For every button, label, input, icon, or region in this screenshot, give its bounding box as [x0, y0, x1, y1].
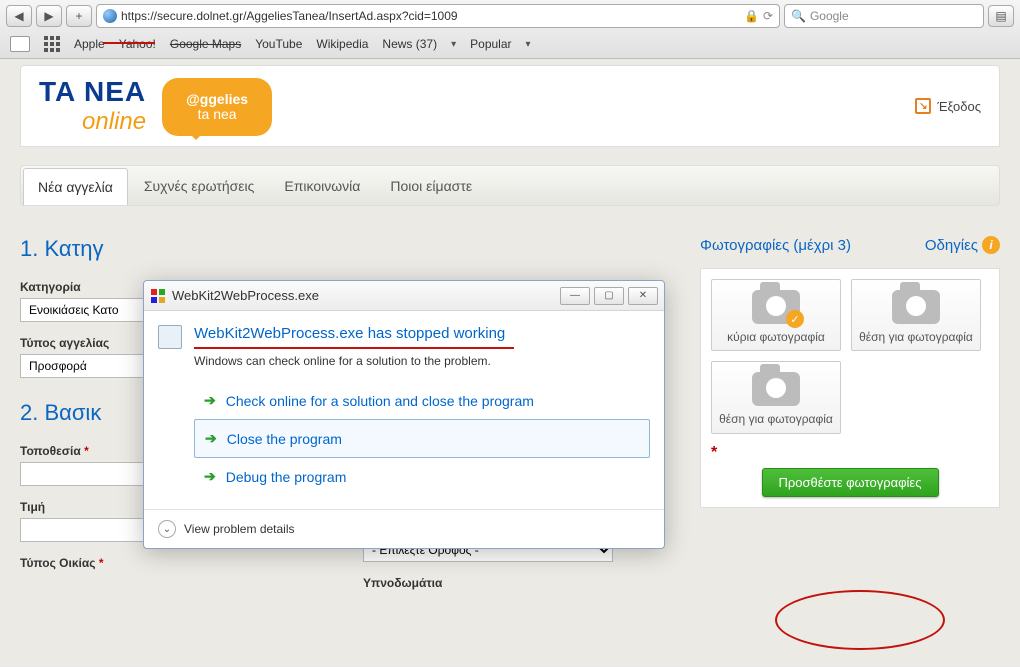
camera-icon [752, 372, 800, 406]
housetype-label: Τύπος Οικίας * [20, 556, 333, 570]
url-text: https://secure.dolnet.gr/AggeliesTanea/I… [121, 9, 458, 23]
browser-toolbar: ◀ ▶ + https://secure.dolnet.gr/AggeliesT… [0, 0, 1020, 32]
camera-icon: ✓ [752, 290, 800, 324]
dialog-footer-label: View problem details [184, 522, 295, 536]
info-icon: i [982, 236, 1000, 254]
bookmarks-bar: Apple Yahoo! Google Maps YouTube Wikiped… [0, 32, 1020, 58]
tab-new-ad[interactable]: Νέα αγγελία [23, 168, 128, 205]
forward-button[interactable]: ▶ [36, 5, 62, 27]
arrow-icon: ➔ [204, 468, 216, 485]
search-icon: 🔍 [791, 9, 806, 23]
dialog-body-icon [158, 325, 182, 349]
photos-heading[interactable]: Φωτογραφίες (μέχρι 3) [700, 237, 851, 254]
tab-contact[interactable]: Επικοινωνία [270, 168, 374, 205]
brand-secondary: online [51, 108, 146, 136]
photo-slot-2[interactable]: θέση για φωτογραφία [851, 279, 981, 351]
site-icon [103, 9, 117, 23]
lock-icon: 🔒 [744, 9, 759, 23]
photos-column: Φωτογραφίες (μέχρι 3) Οδηγίες i ✓ κύρια … [700, 236, 1000, 604]
bm-youtube[interactable]: YouTube [255, 37, 302, 51]
photo-uploader: ✓ κύρια φωτογραφία θέση για φωτογραφία θ… [700, 268, 1000, 508]
bubble-line1: @ggelies [186, 92, 248, 107]
guide-link[interactable]: Οδηγίες i [925, 236, 1000, 254]
error-dialog: WebKit2WebProcess.exe — ▢ ✕ WebKit2WebPr… [143, 280, 665, 549]
logout-label: Έξοδος [937, 99, 981, 114]
browser-chrome: ◀ ▶ + https://secure.dolnet.gr/AggeliesT… [0, 0, 1020, 59]
bm-news[interactable]: News (37) [382, 37, 437, 51]
dialog-headline: WebKit2WebProcess.exe has stopped workin… [194, 325, 505, 342]
dialog-footer[interactable]: ⌄ View problem details [144, 509, 664, 548]
search-bar[interactable]: 🔍 Google [784, 4, 984, 28]
bm-wikipedia[interactable]: Wikipedia [316, 37, 368, 51]
slot-label: θέση για φωτογραφία [716, 412, 836, 426]
dialog-option-check-online[interactable]: ➔Check online for a solution and close t… [194, 382, 650, 419]
photo-slot-3[interactable]: θέση για φωτογραφία [711, 361, 841, 433]
slot-main-label: κύρια φωτογραφία [716, 330, 836, 344]
dialog-app-icon [150, 288, 166, 304]
bm-yahoo[interactable]: Yahoo! [119, 37, 156, 51]
url-extras: 🔒 ⟳ [744, 9, 773, 23]
check-icon: ✓ [786, 310, 804, 328]
tab-about[interactable]: Ποιοι είμαστε [376, 168, 486, 205]
logout-icon: ↘ [915, 98, 931, 114]
reload-icon[interactable]: ⟳ [763, 9, 773, 23]
bm-popular[interactable]: Popular [470, 37, 511, 51]
add-tab-button[interactable]: + [66, 5, 92, 27]
topsites-icon[interactable] [44, 36, 60, 52]
back-button[interactable]: ◀ [6, 5, 32, 27]
dialog-option-close[interactable]: ➔Close the program [194, 419, 650, 458]
minimize-button[interactable]: — [560, 287, 590, 305]
close-button[interactable]: ✕ [628, 287, 658, 305]
arrow-icon: ➔ [205, 430, 217, 447]
add-photos-button[interactable]: Προσθέστε φωτογραφίες [762, 468, 939, 497]
tab-faq[interactable]: Συχνές ερωτήσεις [130, 168, 269, 205]
bubble-line2: ta nea [198, 107, 237, 122]
bm-apple[interactable]: Apple [74, 37, 105, 51]
dialog-option-debug[interactable]: ➔Debug the program [194, 458, 650, 495]
photo-slot-main[interactable]: ✓ κύρια φωτογραφία [711, 279, 841, 351]
brand-bubble: @ggelies ta nea [162, 78, 272, 136]
section-1-title: 1. Κατηγ [20, 236, 676, 262]
maximize-button[interactable]: ▢ [594, 287, 624, 305]
slot-label: θέση για φωτογραφία [856, 330, 976, 344]
logout-link[interactable]: ↘ Έξοδος [915, 98, 981, 114]
main-tabs: Νέα αγγελία Συχνές ερωτήσεις Επικοινωνία… [20, 165, 1000, 206]
dialog-subtext: Windows can check online for a solution … [194, 354, 650, 368]
chevron-down-icon: ⌄ [158, 520, 176, 538]
dialog-titlebar[interactable]: WebKit2WebProcess.exe — ▢ ✕ [144, 281, 664, 311]
site-logo[interactable]: TA NEA online @ggelies ta nea [39, 76, 272, 136]
tabs-button[interactable]: ▤ [988, 5, 1014, 27]
bm-gmaps[interactable]: Google Maps [170, 37, 241, 51]
bedrooms-label: Υπνοδωμάτια [363, 576, 676, 590]
arrow-icon: ➔ [204, 392, 216, 409]
annotation-underline-url [103, 42, 155, 44]
annotation-underline-headline [194, 347, 514, 349]
site-header: TA NEA online @ggelies ta nea ↘ Έξοδος [20, 65, 1000, 147]
guide-label: Οδηγίες [925, 237, 978, 254]
url-bar[interactable]: https://secure.dolnet.gr/AggeliesTanea/I… [96, 4, 780, 28]
dialog-title-text: WebKit2WebProcess.exe [172, 288, 554, 303]
brand-primary: TA NEA [39, 76, 146, 108]
camera-icon [892, 290, 940, 324]
required-marker: * [711, 444, 989, 462]
bookmarks-icon[interactable] [10, 36, 30, 52]
search-placeholder: Google [810, 9, 849, 23]
